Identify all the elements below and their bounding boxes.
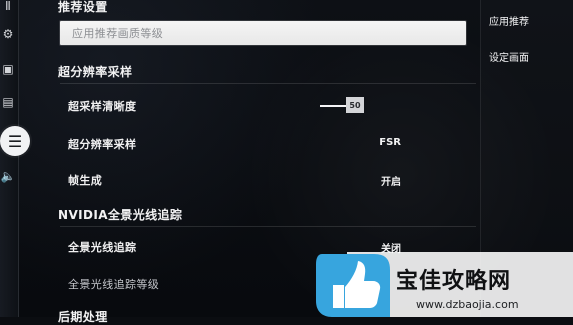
pause-icon[interactable]: Ⅱ <box>0 0 16 14</box>
section-title-recommended: 推荐设置 <box>58 0 108 14</box>
super-resolution-sampling-value: FSR <box>379 137 401 148</box>
left-rail: Ⅱ ⚙ ▣ ▤ ☰ 🔈 <box>0 0 30 317</box>
watermark-title: 宝佳攻略网 <box>396 269 512 294</box>
speaker-icon[interactable]: 🔈 <box>0 168 16 184</box>
frame-generation-value: 开启 <box>381 177 401 188</box>
frame-generation-row[interactable]: 帧生成 开启 <box>60 168 466 192</box>
super-resolution-sampling-label: 超分辨率采样 <box>68 138 137 151</box>
super-sampling-sharpness-row[interactable]: 超采样清晰度 50 <box>60 94 466 118</box>
apply-recommended-label: 应用推荐画质等级 <box>72 27 164 40</box>
thumbs-up-logo-icon <box>316 254 390 317</box>
monitor-icon[interactable]: ▣ <box>0 61 16 77</box>
apply-recommended-row[interactable]: 应用推荐画质等级 <box>60 21 466 45</box>
settings-selected-icon[interactable]: ☰ <box>0 126 30 156</box>
super-resolution-sampling-row[interactable]: 超分辨率采样 FSR <box>60 132 466 156</box>
right-pane-item-2: 设定画面 <box>489 53 529 64</box>
section-divider <box>60 83 476 84</box>
section-title-super-resolution: 超分辨率采样 <box>58 65 133 79</box>
super-sampling-sharpness-label: 超采样清晰度 <box>68 100 137 113</box>
section-title-nvidia: NVIDIA全景光线追踪 <box>58 208 183 222</box>
right-pane-item-1: 应用推荐 <box>489 17 529 28</box>
watermark-url: www.dzbaojia.com <box>416 298 519 311</box>
gear-icon[interactable]: ⚙ <box>0 26 16 42</box>
display-icon[interactable]: ▤ <box>0 94 16 110</box>
panoramic-ray-tracing-label: 全景光线追踪 <box>68 241 137 254</box>
section-divider <box>60 226 476 227</box>
sharpness-value: 50 <box>346 97 364 113</box>
panoramic-ray-tracing-level-label: 全景光线追踪等级 <box>68 278 160 291</box>
frame-generation-label: 帧生成 <box>68 174 103 187</box>
watermark: 宝佳攻略网 www.dzbaojia.com <box>314 252 573 317</box>
sharpness-slider-fill <box>320 105 346 107</box>
